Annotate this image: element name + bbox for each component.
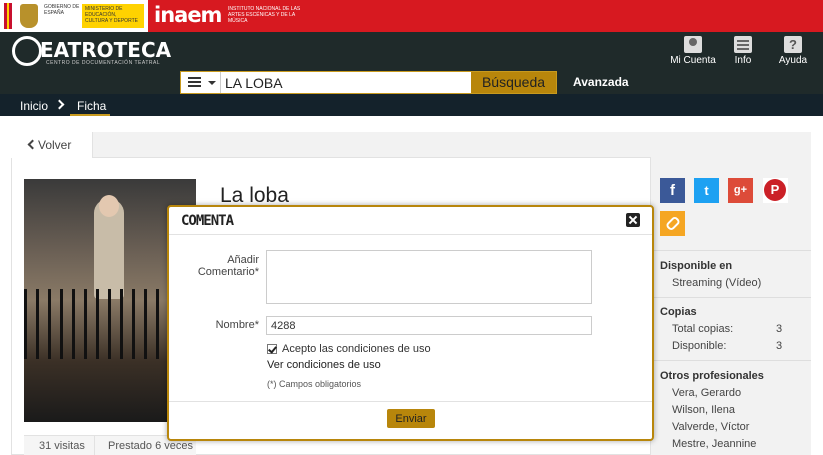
my-account-button[interactable]: Mi Cuenta [669,36,717,70]
gobierno-logo-area[interactable]: GOBIERNO DE ESPAÑA MINISTERIO DE EDUCACI… [0,0,148,32]
spain-flag-icon [4,3,12,29]
modal-divider [169,234,652,235]
loans-count: Prestado 6 veces [108,440,193,452]
sidebar-divider [651,297,811,298]
modal-title: COMENTA [181,213,234,229]
list-icon [734,36,752,53]
professional-link[interactable]: Mestre, Jeannine [672,438,756,450]
logo-subtitle: CENTRO DE DOCUMENTACIÓN TEATRAL [46,60,161,66]
close-icon[interactable] [626,213,640,227]
modal-divider [169,401,652,402]
inaem-logo[interactable]: inaem [154,3,222,27]
back-button[interactable]: Volver [11,132,93,158]
link-icon[interactable] [660,211,685,236]
professional-link[interactable]: Valverde, Víctor [672,421,749,433]
help-button[interactable]: ? Ayuda [769,36,817,70]
comment-textarea[interactable] [266,250,592,304]
inaem-text: INSTITUTO NACIONAL DE LAS ARTES ESCÉNICA… [228,6,301,24]
ministerio-text: MINISTERIO DE EDUCACIÓN, CULTURA Y DEPOR… [82,4,144,28]
accept-terms-checkbox[interactable] [267,344,277,354]
teatroteca-logo[interactable]: EATROTECA CENTRO DE DOCUMENTACIÓN TEATRA… [12,36,192,70]
visits-count: 31 visitas [39,440,85,452]
copies-heading: Copias [660,306,697,318]
available-in-heading: Disponible en [660,260,733,272]
breadcrumb [0,94,823,116]
photo-figure-head [99,195,119,217]
breadcrumb-current: Ficha [77,99,107,113]
logo-ring-icon [12,36,42,66]
info-label: Info [734,55,752,66]
available-copies-label: Disponible: [672,340,727,352]
info-button[interactable]: Info [719,36,767,70]
streaming-link[interactable]: Streaming (Vídeo) [672,277,761,289]
professional-link[interactable]: Vera, Gerardo [672,387,741,399]
pinterest-icon: P [764,179,786,201]
facebook-share-button[interactable]: f [660,178,685,203]
breadcrumb-active-underline [70,114,110,116]
coat-of-arms-icon [20,4,38,28]
user-icon [684,36,702,53]
sidebar-divider [651,360,811,361]
twitter-share-button[interactable]: t [694,178,719,203]
google-plus-share-button[interactable]: g+ [728,178,753,203]
menu-icon [188,77,201,79]
gobierno-text: GOBIERNO DE ESPAÑA [44,4,80,16]
required-fields-note: (*) Campos obligatorios [267,379,362,389]
comment-label-line2: Comentario* [197,266,259,278]
advanced-search-link[interactable]: Avanzada [573,75,629,89]
comment-label-line1: Añadir [227,254,259,266]
available-copies-value: 3 [776,340,783,352]
total-copies-label: Total copias: [672,323,734,335]
view-conditions-link[interactable]: Ver condiciones de uso [267,359,381,371]
pinterest-share-button[interactable]: P [763,178,788,203]
question-icon: ? [784,36,802,53]
comment-modal: COMENTA Añadir Comentario* Nombre* Acept… [167,205,654,441]
search-button[interactable]: Búsqueda [471,72,556,93]
search-bar: Búsqueda [180,71,557,94]
logo-name: EATROTECA [40,38,172,62]
breadcrumb-home[interactable]: Inicio [20,99,48,113]
professional-link[interactable]: Wilson, Ilena [672,404,735,416]
name-label: Nombre* [215,319,259,331]
total-copies-value: 3 [776,323,783,335]
sidebar-divider [651,250,811,251]
search-input[interactable] [225,73,469,92]
search-type-dropdown[interactable] [181,72,221,93]
help-label: Ayuda [778,55,808,66]
accept-terms-label[interactable]: Acepto las condiciones de uso [282,343,431,355]
my-account-label: Mi Cuenta [670,55,716,66]
name-field[interactable] [266,316,592,335]
send-button[interactable]: Enviar [387,409,435,428]
other-professionals-heading: Otros profesionales [660,370,764,382]
caret-down-icon [208,81,216,85]
record-toolbar [11,132,651,158]
